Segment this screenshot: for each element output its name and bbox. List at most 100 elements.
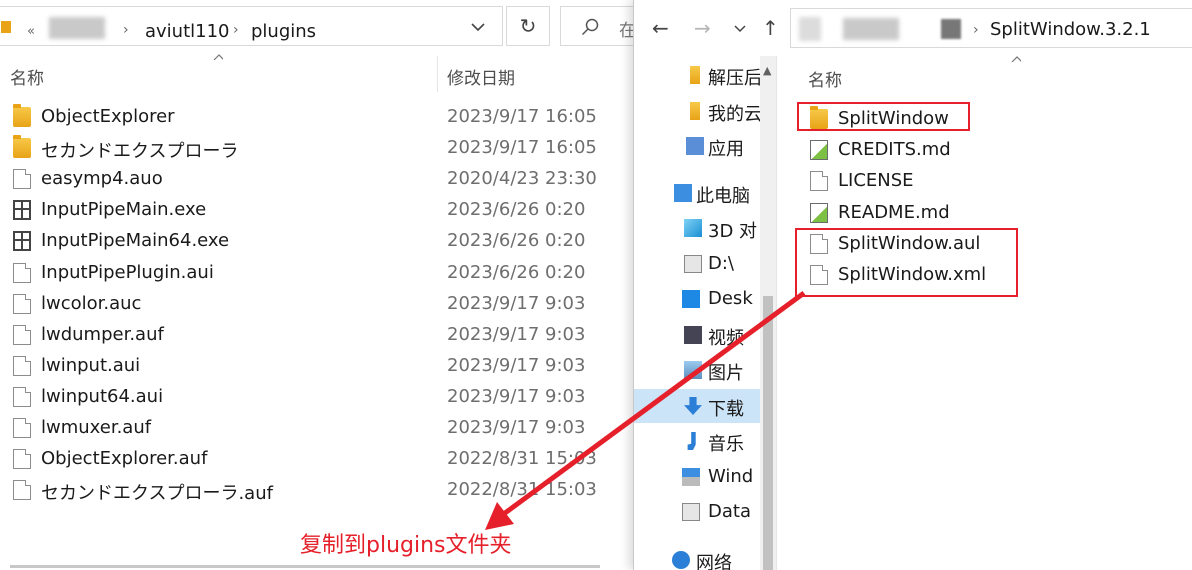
breadcrumb-plugins[interactable]: plugins	[251, 21, 316, 42]
column-header-name[interactable]: 名称	[808, 66, 842, 91]
file-row[interactable]: lwdumper.auf 2023/9/17 9:03	[0, 320, 634, 350]
nav-item[interactable]: 下载	[634, 389, 776, 423]
file-name: InputPipeMain64.exe	[41, 230, 230, 252]
chevron-right-icon[interactable]: ›	[233, 22, 239, 38]
file-icon	[13, 324, 31, 345]
breadcrumb-splitwindow[interactable]: SplitWindow.3.2.1	[990, 19, 1151, 40]
picture-icon	[684, 361, 702, 379]
file-date-modified: 2020/4/23 23:30	[447, 168, 597, 190]
md-icon	[810, 140, 828, 161]
computer-icon	[674, 184, 692, 202]
nav-item[interactable]: 视频	[634, 318, 776, 352]
nav-item[interactable]: D:\	[634, 247, 776, 281]
folder-icon	[13, 135, 31, 159]
up-arrow-icon[interactable]: ↑	[762, 16, 779, 40]
search-input[interactable]: 在	[560, 6, 634, 46]
chevron-right-icon[interactable]: ›	[973, 22, 979, 38]
nav-item-label: Wind	[708, 466, 754, 487]
blurred-path-segment	[941, 19, 961, 39]
file-icon	[13, 480, 31, 501]
nav-item-label: 3D 对	[708, 221, 758, 242]
breadcrumb-aviutl110[interactable]: aviutl110	[145, 21, 230, 42]
file-row[interactable]: LICENSE	[794, 166, 1094, 196]
nav-item[interactable]: 3D 对	[634, 211, 776, 245]
file-date-modified: 2023/6/26 0:20	[447, 261, 586, 283]
nav-item[interactable]: 解压后	[634, 58, 776, 92]
nav-item[interactable]: 应用	[634, 129, 776, 163]
blurred-path-segment	[799, 17, 821, 41]
nav-item-label: 下载	[708, 399, 744, 420]
nav-item-label: 此电脑	[696, 186, 750, 207]
file-icon	[13, 386, 31, 407]
file-date-modified: 2023/9/17 9:03	[447, 292, 586, 314]
file-row[interactable]: InputPipePlugin.aui 2023/6/26 0:20	[0, 258, 634, 288]
file-icon	[13, 418, 31, 438]
file-name: lwmuxer.auf	[41, 417, 152, 438]
file-row[interactable]: InputPipeMain64.exe 2023/6/26 0:20	[0, 226, 634, 256]
file-date-modified: 2023/6/26 0:20	[447, 199, 586, 221]
back-arrow-icon[interactable]: ←	[652, 16, 669, 40]
network-icon	[672, 551, 690, 569]
md-icon	[810, 202, 828, 223]
left-address-bar: « › aviutl110 › plugins ↻ 在	[0, 0, 634, 52]
chevron-right-icon[interactable]: ›	[123, 22, 129, 38]
file-name: lwcolor.auc	[41, 292, 142, 314]
file-name: lwinput64.aui	[41, 385, 164, 407]
file-row[interactable]: lwinput64.aui 2023/9/17 9:03	[0, 382, 634, 412]
file-row[interactable]: README.md	[794, 198, 1094, 228]
forward-arrow-icon[interactable]: →	[694, 16, 711, 40]
nav-item[interactable]: 此电脑	[634, 176, 776, 210]
file-date-modified: 2023/9/17 9:03	[447, 323, 586, 345]
nav-item[interactable]: Data	[634, 495, 776, 529]
navigation-pane-scrollbar[interactable]: ▲	[760, 56, 776, 570]
file-row[interactable]: easymp4.auo 2020/4/23 23:30	[0, 164, 634, 194]
column-header-date-modified[interactable]: 修改日期	[447, 64, 515, 89]
column-header-name[interactable]: 名称	[10, 64, 44, 89]
file-row[interactable]: lwcolor.auc 2023/9/17 9:03	[0, 289, 634, 319]
file-name: セカンドエクスプローラ	[41, 141, 239, 163]
nav-item[interactable]: 音乐	[634, 424, 776, 458]
sort-ascending-icon	[213, 54, 223, 60]
desktop-icon	[682, 290, 700, 308]
refresh-button[interactable]: ↻	[506, 6, 550, 46]
scroll-up-icon[interactable]: ▲	[763, 64, 771, 77]
file-row[interactable]: セカンドエクスプローラ 2023/9/17 16:05	[0, 133, 634, 163]
file-icon	[810, 171, 828, 192]
folder-icon	[13, 104, 31, 127]
column-divider[interactable]	[437, 56, 438, 92]
exe-icon	[13, 200, 31, 221]
nav-item[interactable]: 我的云	[634, 94, 776, 128]
file-name: ObjectExplorer	[41, 106, 175, 127]
nav-item-label: Data	[708, 501, 751, 522]
file-date-modified: 2023/6/26 0:20	[447, 230, 586, 252]
recent-locations-chevron-icon[interactable]	[734, 25, 746, 33]
nav-item[interactable]: Desk	[634, 282, 776, 316]
nav-item[interactable]: 网络	[634, 543, 776, 570]
file-row[interactable]: ObjectExplorer 2023/9/17 16:05	[0, 102, 634, 132]
breadcrumb-overflow[interactable]: «	[27, 24, 35, 39]
file-row[interactable]: CREDITS.md	[794, 135, 1094, 165]
blurred-path-segment	[843, 18, 899, 40]
left-address-field[interactable]: « › aviutl110 › plugins	[0, 6, 503, 46]
file-row[interactable]: InputPipeMain.exe 2023/6/26 0:20	[0, 195, 634, 225]
file-row[interactable]: lwinput.aui 2023/9/17 9:03	[0, 351, 634, 381]
pane-divider[interactable]	[776, 56, 777, 570]
file-row[interactable]: セカンドエクスプローラ.auf 2022/8/31 15:03	[0, 475, 634, 505]
right-address-field[interactable]: › SplitWindow.3.2.1	[790, 8, 1192, 48]
file-name: easymp4.auo	[41, 168, 163, 190]
refresh-icon: ↻	[519, 14, 537, 38]
annotation-text: 复制到plugins文件夹	[300, 533, 512, 558]
highlight-box-folder	[797, 102, 970, 131]
file-row[interactable]: lwmuxer.auf 2023/9/17 9:03	[0, 413, 634, 443]
chevron-down-icon[interactable]	[471, 23, 485, 32]
file-date-modified: 2023/9/17 9:03	[447, 385, 586, 407]
right-navigation-bar: ← → ↑ › SplitWindow.3.2.1	[634, 0, 1192, 56]
scrollbar-thumb[interactable]	[763, 296, 773, 570]
horizontal-scrollbar[interactable]	[10, 565, 600, 568]
video-icon	[684, 326, 702, 344]
file-date-modified: 2023/9/17 9:03	[447, 417, 586, 438]
file-name: CREDITS.md	[838, 139, 951, 161]
file-row[interactable]: ObjectExplorer.auf 2022/8/31 15:03	[0, 444, 634, 474]
nav-item[interactable]: 图片	[634, 353, 776, 387]
nav-item[interactable]: Wind	[634, 460, 776, 494]
